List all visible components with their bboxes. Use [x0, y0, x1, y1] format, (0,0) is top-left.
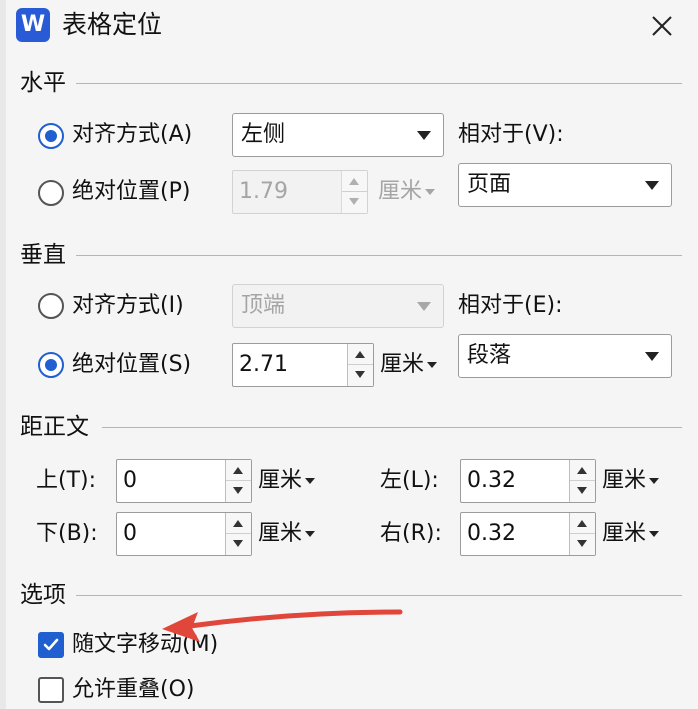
- spin-down-icon[interactable]: [226, 534, 251, 555]
- move-with-text-label[interactable]: 随文字移动(M): [72, 631, 218, 659]
- spin-down-icon[interactable]: [570, 534, 595, 555]
- vertical-position-spinner[interactable]: 2.71: [232, 343, 374, 387]
- spin-down-icon[interactable]: [570, 481, 595, 502]
- vertical-align-radio[interactable]: [38, 293, 64, 319]
- wps-writer-icon: W: [16, 8, 50, 42]
- spin-up-icon[interactable]: [342, 171, 367, 192]
- vertical-relative-label: 相对于(E):: [458, 293, 563, 318]
- caret-down-icon: [425, 189, 436, 195]
- close-icon: [652, 16, 672, 36]
- distance-right-label: 右(R):: [380, 521, 442, 546]
- horizontal-absolute-label[interactable]: 绝对位置(P): [72, 178, 190, 206]
- distance-left-unit[interactable]: 厘米: [602, 467, 660, 495]
- horizontal-position-value: 1.79: [239, 179, 288, 204]
- distance-group-divider: [102, 427, 682, 428]
- title-bar: W 表格定位: [6, 0, 698, 52]
- distance-right-value: 0.32: [467, 521, 516, 546]
- spin-up-icon[interactable]: [226, 513, 251, 534]
- horizontal-group-divider: [76, 83, 682, 84]
- vertical-position-value: 2.71: [239, 352, 288, 377]
- distance-bottom-spinner[interactable]: 0: [116, 512, 252, 556]
- caret-down-icon: [305, 531, 316, 537]
- horizontal-align-label[interactable]: 对齐方式(A): [72, 121, 192, 149]
- horizontal-align-value: 左侧: [241, 122, 286, 147]
- dropdown-arrow-icon: [417, 131, 431, 140]
- caret-down-icon: [649, 531, 660, 537]
- distance-top-spinner[interactable]: 0: [116, 459, 252, 503]
- horizontal-position-spinner[interactable]: 1.79: [232, 170, 368, 214]
- distance-group-label: 距正文: [20, 414, 89, 440]
- allow-overlap-checkbox[interactable]: [38, 677, 64, 703]
- distance-left-value: 0.32: [467, 468, 516, 493]
- spin-down-icon[interactable]: [342, 192, 367, 213]
- distance-top-value: 0: [123, 468, 137, 493]
- vertical-group-label: 垂直: [20, 242, 66, 268]
- distance-top-unit[interactable]: 厘米: [258, 467, 316, 495]
- vertical-absolute-radio[interactable]: [38, 352, 64, 378]
- caret-down-icon: [427, 362, 438, 368]
- spin-down-icon[interactable]: [348, 365, 373, 386]
- options-group-label: 选项: [20, 582, 66, 608]
- horizontal-group-label: 水平: [20, 70, 66, 96]
- spin-up-icon[interactable]: [570, 460, 595, 481]
- distance-bottom-unit[interactable]: 厘米: [258, 520, 316, 548]
- vertical-align-label[interactable]: 对齐方式(I): [72, 292, 184, 320]
- close-button[interactable]: [642, 6, 682, 46]
- spin-up-icon[interactable]: [570, 513, 595, 534]
- vertical-relative-value: 段落: [467, 343, 512, 368]
- caret-down-icon: [649, 478, 660, 484]
- horizontal-align-select[interactable]: 左侧: [232, 113, 444, 157]
- checkmark-icon: [43, 638, 59, 651]
- dialog-title: 表格定位: [62, 10, 163, 39]
- spin-up-icon[interactable]: [226, 460, 251, 481]
- caret-down-icon: [305, 478, 316, 484]
- options-group-divider: [76, 595, 682, 596]
- distance-top-label: 上(T):: [36, 468, 97, 493]
- distance-bottom-label: 下(B):: [36, 521, 98, 546]
- distance-left-label: 左(L):: [380, 468, 439, 493]
- dropdown-arrow-icon: [645, 352, 659, 361]
- spin-down-icon[interactable]: [226, 481, 251, 502]
- horizontal-absolute-radio[interactable]: [38, 180, 64, 206]
- distance-bottom-value: 0: [123, 521, 137, 546]
- allow-overlap-label[interactable]: 允许重叠(O): [72, 676, 194, 704]
- dropdown-arrow-icon: [417, 302, 431, 311]
- dropdown-arrow-icon: [645, 181, 659, 190]
- spin-up-icon[interactable]: [348, 344, 373, 365]
- horizontal-relative-label: 相对于(V):: [458, 122, 564, 147]
- vertical-position-unit[interactable]: 厘米: [380, 351, 438, 379]
- vertical-group-divider: [76, 255, 682, 256]
- distance-right-spinner[interactable]: 0.32: [460, 512, 596, 556]
- horizontal-relative-value: 页面: [467, 172, 512, 197]
- distance-left-spinner[interactable]: 0.32: [460, 459, 596, 503]
- vertical-align-value: 顶端: [241, 293, 286, 318]
- distance-right-unit[interactable]: 厘米: [602, 520, 660, 548]
- horizontal-position-unit[interactable]: 厘米: [378, 178, 436, 206]
- horizontal-align-radio[interactable]: [38, 123, 64, 149]
- vertical-align-select[interactable]: 顶端: [232, 284, 444, 328]
- move-with-text-checkbox[interactable]: [38, 632, 64, 658]
- vertical-relative-select[interactable]: 段落: [458, 334, 672, 378]
- vertical-absolute-label[interactable]: 绝对位置(S): [72, 351, 191, 379]
- horizontal-relative-select[interactable]: 页面: [458, 163, 672, 207]
- table-position-dialog: W 表格定位 水平 对齐方式(A) 左侧 相对于(V): 绝对位置(P) 1.7…: [0, 0, 698, 709]
